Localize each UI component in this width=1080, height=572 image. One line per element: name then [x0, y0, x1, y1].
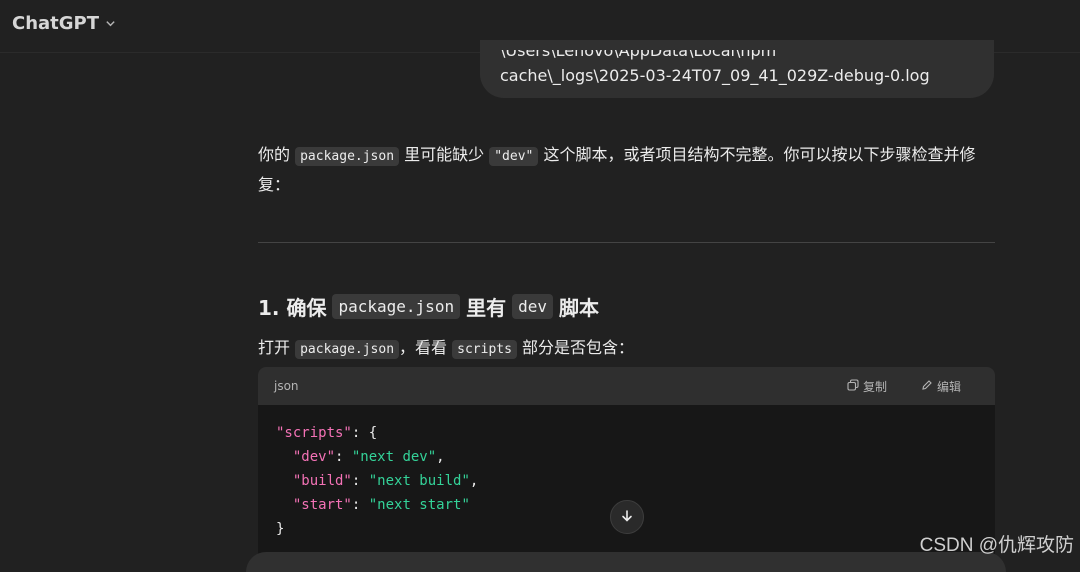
- model-switcher[interactable]: ChatGPT: [12, 13, 116, 34]
- watermark: CSDN @仇辉攻防: [919, 535, 1074, 556]
- text: 部分是否包含：: [522, 338, 635, 357]
- chevron-down-icon: [105, 18, 116, 32]
- copy-label: 复制: [862, 379, 887, 394]
- json-key: "scripts": [276, 425, 352, 441]
- user-message-line-2: cache\_logs\2025-03-24T07_09_41_029Z-deb…: [500, 66, 930, 85]
- json-string: "next dev": [351, 449, 437, 465]
- punct: }: [276, 521, 285, 537]
- section-heading: 1. 确保 package.json 里有 dev 脚本: [258, 292, 599, 321]
- text: 打开: [258, 338, 291, 357]
- inline-code: dev: [512, 294, 553, 319]
- json-string: "next build": [368, 473, 470, 489]
- heading-text: 脚本: [558, 296, 599, 320]
- inline-code: package.json: [295, 147, 400, 166]
- section-paragraph: 打开 package.json ，看看 scripts 部分是否包含：: [258, 334, 635, 359]
- inline-code: "dev": [489, 147, 539, 166]
- code-block: json 复制 编辑 "scripts": { "dev": "next dev…: [258, 367, 995, 567]
- inline-code: package.json: [332, 294, 461, 319]
- inline-code: scripts: [452, 340, 517, 359]
- punct: :: [351, 497, 369, 513]
- punct: :: [335, 449, 352, 465]
- text: 你的: [258, 145, 291, 164]
- code-language-label: json: [274, 379, 299, 393]
- json-key: "dev": [292, 449, 336, 465]
- divider: [258, 242, 995, 243]
- inline-code: package.json: [295, 340, 400, 359]
- heading-text: 1. 确保: [258, 296, 327, 320]
- punct: : {: [351, 425, 378, 441]
- punct: :: [351, 473, 369, 489]
- punct: ,: [436, 449, 445, 465]
- app-title: ChatGPT: [12, 13, 100, 34]
- user-message-bubble: \Users\Lenovo\AppData\Local\npm cache\_l…: [480, 40, 994, 98]
- json-key: "start": [292, 497, 352, 513]
- text: ，看看: [399, 338, 448, 357]
- copy-button[interactable]: 复制: [847, 378, 887, 395]
- copy-icon: [847, 378, 859, 394]
- pencil-icon: [921, 379, 933, 394]
- scroll-to-bottom-button[interactable]: [610, 500, 644, 534]
- message-composer[interactable]: [246, 552, 1006, 572]
- edit-button[interactable]: 编辑: [921, 378, 961, 395]
- code-content: "scripts": { "dev": "next dev", "build":…: [258, 405, 995, 557]
- json-key: "build": [292, 473, 352, 489]
- edit-label: 编辑: [936, 379, 961, 394]
- punct: ,: [469, 473, 479, 489]
- json-string: "next start": [368, 497, 470, 513]
- text: 里可能缺少: [404, 145, 485, 164]
- user-message-line-1: \Users\Lenovo\AppData\Local\npm: [500, 41, 777, 60]
- arrow-down-icon: [620, 508, 634, 527]
- assistant-paragraph: 你的 package.json 里可能缺少 "dev" 这个脚本，或者项目结构不…: [258, 141, 998, 199]
- heading-text: 里有: [466, 296, 507, 320]
- code-block-header: json 复制 编辑: [258, 367, 995, 405]
